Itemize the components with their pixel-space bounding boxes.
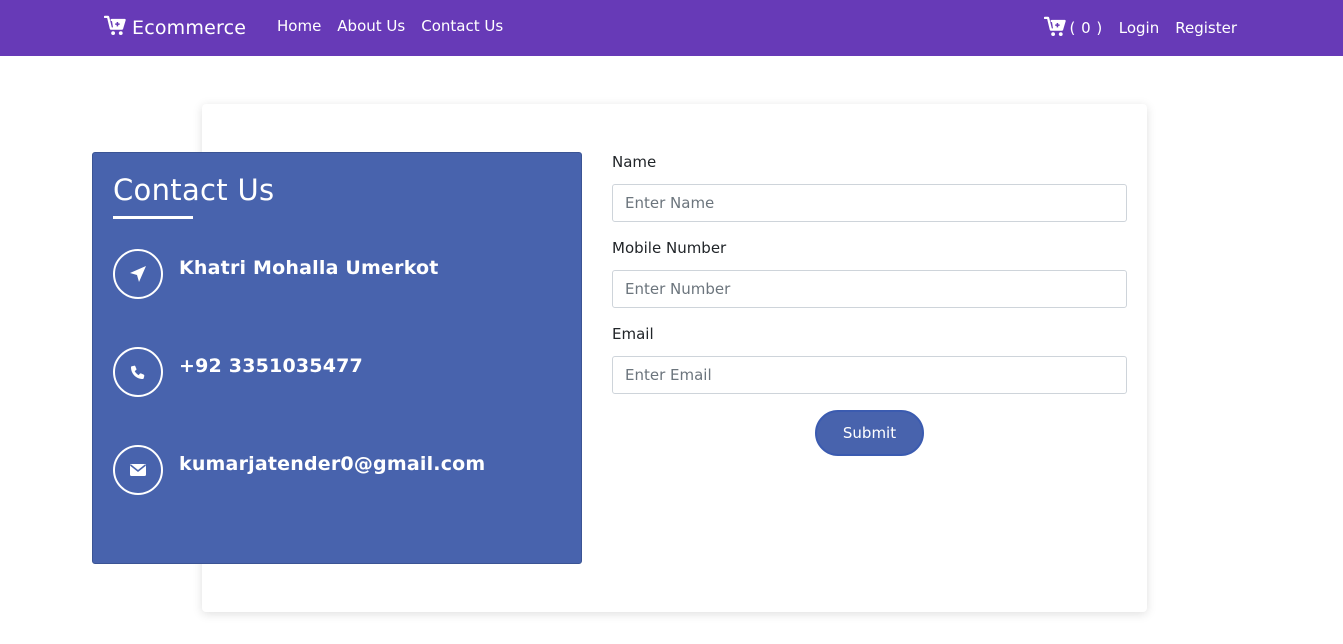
cart-button[interactable]: ( 0 ) [1044, 16, 1102, 41]
cart-icon [1044, 16, 1067, 41]
login-link[interactable]: Login [1119, 19, 1159, 37]
address-row: Khatri Mohalla Umerkot [113, 249, 439, 299]
nav-link-about[interactable]: About Us [337, 17, 405, 35]
top-navbar: Ecommerce Home About Us Contact Us ( 0 )… [0, 0, 1343, 56]
envelope-icon [113, 445, 163, 495]
location-arrow-icon [113, 249, 163, 299]
email-label: Email [612, 325, 654, 343]
phone-icon [113, 347, 163, 397]
primary-nav: Home About Us Contact Us [277, 17, 503, 35]
email-input[interactable] [612, 356, 1127, 394]
cart-count: ( 0 ) [1069, 19, 1103, 37]
title-underline [113, 216, 193, 219]
mobile-number-input[interactable] [612, 270, 1127, 308]
address-text: Khatri Mohalla Umerkot [179, 257, 439, 279]
name-input[interactable] [612, 184, 1127, 222]
mobile-label: Mobile Number [612, 239, 727, 257]
nav-link-home[interactable]: Home [277, 17, 321, 35]
register-link[interactable]: Register [1175, 19, 1237, 37]
phone-text: +92 3351035477 [179, 355, 363, 377]
submit-button[interactable]: Submit [815, 410, 924, 456]
nav-link-contact[interactable]: Contact Us [421, 17, 503, 35]
cart-icon [103, 15, 132, 41]
contact-title: Contact Us [113, 173, 275, 207]
name-label: Name [612, 153, 657, 171]
phone-row: +92 3351035477 [113, 347, 363, 397]
account-nav: ( 0 ) Login Register [1044, 14, 1237, 42]
email-row: kumarjatender0@gmail.com [113, 445, 485, 495]
email-text: kumarjatender0@gmail.com [179, 453, 486, 475]
brand-name: Ecommerce [132, 17, 247, 39]
contact-info-panel: Contact Us Khatri Mohalla Umerkot +92 33… [92, 152, 582, 564]
brand-link[interactable]: Ecommerce [103, 14, 247, 42]
